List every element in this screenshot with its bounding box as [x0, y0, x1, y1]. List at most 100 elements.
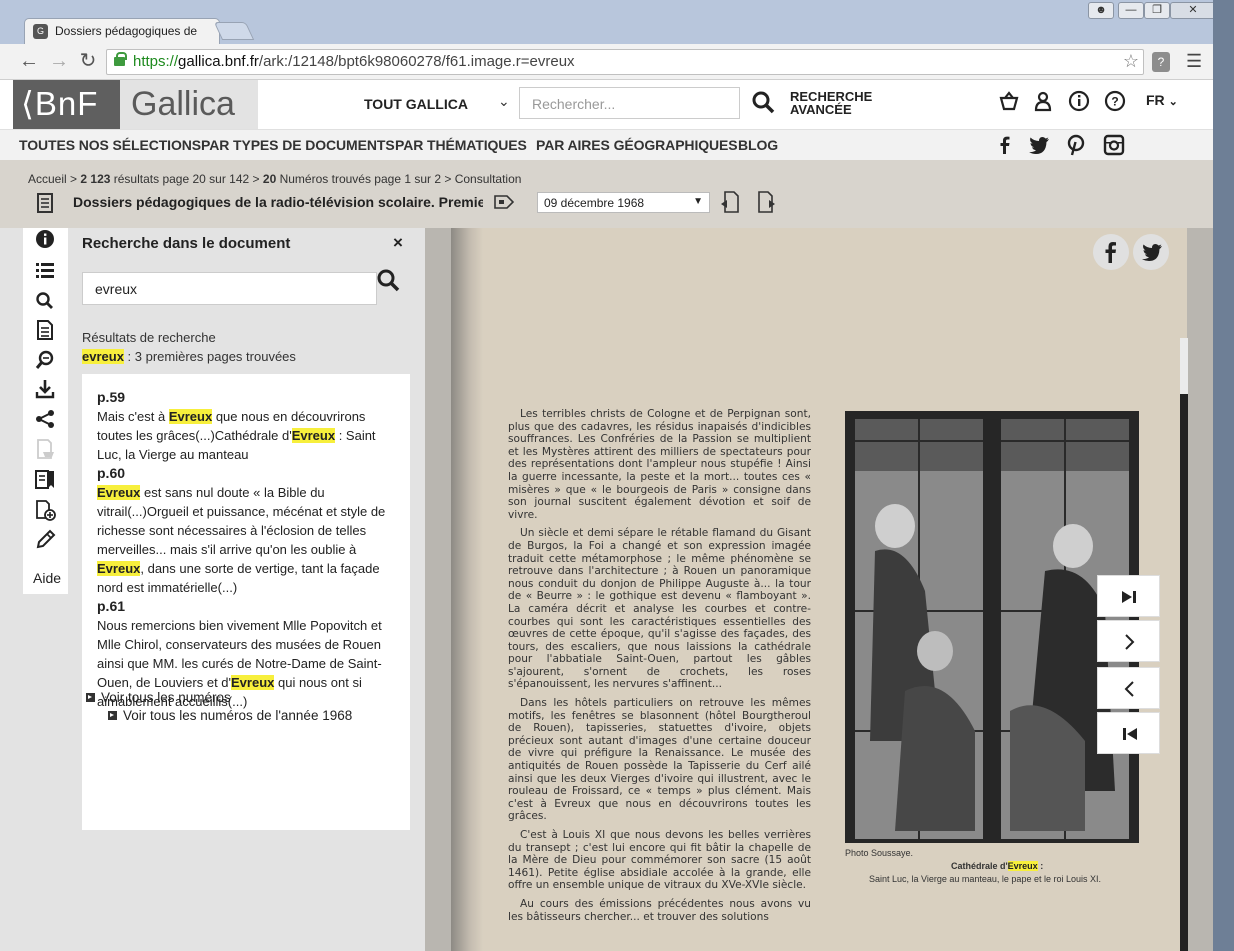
snippet-text: est sans nul doute « la Bible du vitrail… — [97, 485, 386, 557]
bookmark-star-icon[interactable]: ☆ — [1123, 51, 1139, 72]
share-twitter-button[interactable] — [1133, 234, 1169, 270]
issue-links: Voir tous les numéros Voir tous les numé… — [86, 690, 352, 723]
scan-paragraph: Les terribles christs de Cologne et de P… — [508, 408, 811, 521]
desktop-background — [1213, 0, 1234, 951]
instagram-icon[interactable] — [1103, 134, 1125, 156]
menu-document-types[interactable]: PAR TYPES DE DOCUMENTS — [201, 137, 395, 153]
close-icon[interactable]: × — [393, 233, 403, 253]
left-panel: Aide Recherche dans le document × evreux… — [0, 228, 425, 951]
next-issue-icon[interactable] — [757, 191, 777, 213]
skip-to-start-icon — [1123, 728, 1137, 740]
scanned-text-column: Les terribles christs de Cologne et de P… — [508, 408, 811, 929]
result-item[interactable]: p.60 Evreux est sans nul doute « la Bibl… — [97, 464, 394, 597]
extension-icon[interactable]: ? — [1152, 52, 1170, 72]
caption-prefix: Cathédrale d' — [951, 861, 1008, 871]
highlighted-term: Evreux — [97, 485, 141, 500]
photo-credit: Photo Soussaye. — [845, 848, 914, 858]
pencil-icon[interactable] — [34, 529, 56, 551]
breadcrumb-issues[interactable]: 20 Numéros trouvés page 1 sur 2 — [263, 172, 441, 186]
breadcrumb-results[interactable]: 2 123 résultats page 20 sur 142 — [80, 172, 249, 186]
previous-page-button[interactable] — [1097, 667, 1160, 709]
help-icon[interactable]: ? — [1104, 90, 1126, 112]
share-icon[interactable] — [34, 408, 56, 430]
issue-date-select[interactable]: 09 décembre 1968 ▼ — [537, 192, 710, 213]
gallica-logo[interactable]: Gallica — [120, 80, 258, 129]
link-year-issues[interactable]: Voir tous les numéros de l'année 1968 — [108, 708, 352, 723]
tab-title: Dossiers pédagogiques de — [55, 24, 198, 38]
menu-hamburger-icon[interactable]: ☰ — [1186, 51, 1202, 72]
breadcrumb-home[interactable]: Accueil — [28, 172, 67, 186]
result-page[interactable]: p.59 — [97, 388, 394, 407]
user-icon[interactable]: ☻ — [1088, 2, 1114, 19]
photo-caption-title: Cathédrale d'Evreux : — [951, 861, 1043, 871]
close-window-button[interactable]: ✕ — [1170, 2, 1216, 19]
next-page-button[interactable] — [1097, 620, 1160, 662]
document-search-input[interactable]: evreux — [82, 272, 377, 305]
results-summary: evreux : 3 premières pages trouvées — [82, 349, 296, 364]
link-all-issues-text: Voir tous les numéros — [101, 690, 231, 705]
menu-selections[interactable]: TOUTES NOS SÉLECTIONS — [19, 137, 201, 153]
text-mode-icon[interactable] — [34, 319, 56, 341]
language-select[interactable]: FR ⌄ — [1146, 92, 1178, 108]
address-bar[interactable]: https://gallica.bnf.fr/ark:/12148/bpt6k9… — [106, 49, 1144, 75]
search-icon[interactable] — [34, 290, 56, 312]
menu-blog[interactable]: BLOG — [738, 137, 778, 153]
first-page-button[interactable] — [1097, 712, 1160, 754]
zoom-icon[interactable] — [34, 349, 56, 371]
highlighted-term: Evreux — [97, 561, 141, 576]
bnf-logo[interactable]: ⟨BnF — [13, 80, 120, 129]
result-snippet: Mais c'est à Evreux que nous en découvri… — [97, 407, 394, 464]
advanced-search-link[interactable]: RECHERCHE AVANCÉE — [790, 90, 872, 116]
page-gutter — [451, 228, 483, 951]
language-label: FR — [1146, 92, 1165, 108]
lock-icon — [114, 52, 127, 66]
gallica-page: ⟨BnF Gallica TOUT GALLICA ⌄ Rechercher..… — [0, 80, 1213, 951]
search-icon[interactable] — [751, 90, 775, 114]
share-facebook-button[interactable] — [1093, 234, 1129, 270]
advanced-line2: AVANCÉE — [790, 102, 852, 117]
facebook-icon[interactable] — [994, 134, 1016, 156]
pinterest-icon[interactable] — [1065, 134, 1087, 156]
link-all-issues[interactable]: Voir tous les numéros — [86, 690, 352, 705]
facebook-icon — [1105, 242, 1116, 263]
issues-text: Numéros trouvés page 1 sur 2 — [279, 172, 442, 186]
svg-text:?: ? — [1111, 95, 1118, 109]
chevron-down-icon[interactable]: ⌄ — [498, 93, 510, 110]
scanned-page: Les terribles christs de Cologne et de P… — [451, 228, 1187, 951]
basket-icon[interactable] — [998, 90, 1020, 112]
document-notice-icon[interactable] — [36, 193, 54, 213]
result-page[interactable]: p.60 — [97, 464, 394, 483]
table-of-contents-icon[interactable] — [34, 259, 56, 281]
search-icon[interactable] — [375, 268, 401, 294]
caret-down-icon: ▼ — [693, 196, 703, 207]
back-arrow-icon[interactable]: ← — [17, 50, 41, 74]
info-icon[interactable] — [1068, 90, 1090, 112]
reload-icon[interactable]: ↻ — [76, 50, 100, 74]
page-viewer[interactable]: Les terribles christs de Cologne et de P… — [425, 228, 1213, 951]
search-scope-select[interactable]: TOUT GALLICA — [364, 96, 468, 112]
result-page[interactable]: p.61 — [97, 597, 394, 616]
minimize-button[interactable]: — — [1118, 2, 1144, 19]
menu-geographic-areas[interactable]: PAR AIRES GÉOGRAPHIQUES — [536, 137, 738, 153]
browser-tab[interactable]: G Dossiers pédagogiques de — [24, 18, 220, 44]
twitter-icon[interactable] — [1028, 134, 1050, 156]
add-document-icon[interactable] — [34, 499, 56, 521]
previous-issue-icon[interactable] — [719, 191, 739, 213]
search-results-list: p.59 Mais c'est à Evreux que nous en déc… — [82, 374, 410, 830]
last-page-button[interactable] — [1097, 575, 1160, 617]
help-link[interactable]: Aide — [33, 570, 61, 586]
site-search-input[interactable]: Rechercher... — [519, 87, 740, 119]
info-icon[interactable] — [34, 228, 56, 250]
maximize-button[interactable]: ❐ — [1144, 2, 1170, 19]
bookmark-book-icon[interactable] — [34, 468, 56, 490]
browser-toolbar: ← → ↻ https://gallica.bnf.fr/ark:/12148/… — [0, 44, 1214, 80]
menu-themes[interactable]: PAR THÉMATIQUES — [395, 137, 527, 153]
order-reproduction-icon — [37, 439, 54, 459]
result-item[interactable]: p.59 Mais c'est à Evreux que nous en déc… — [97, 388, 394, 464]
tag-icon[interactable] — [494, 195, 514, 209]
forward-arrow-icon[interactable]: → — [47, 50, 71, 74]
viewer-scrollbar-thumb[interactable] — [1180, 394, 1188, 951]
account-icon[interactable] — [1032, 90, 1054, 112]
download-icon[interactable] — [34, 378, 56, 400]
snippet-text: Mais c'est à — [97, 409, 169, 424]
